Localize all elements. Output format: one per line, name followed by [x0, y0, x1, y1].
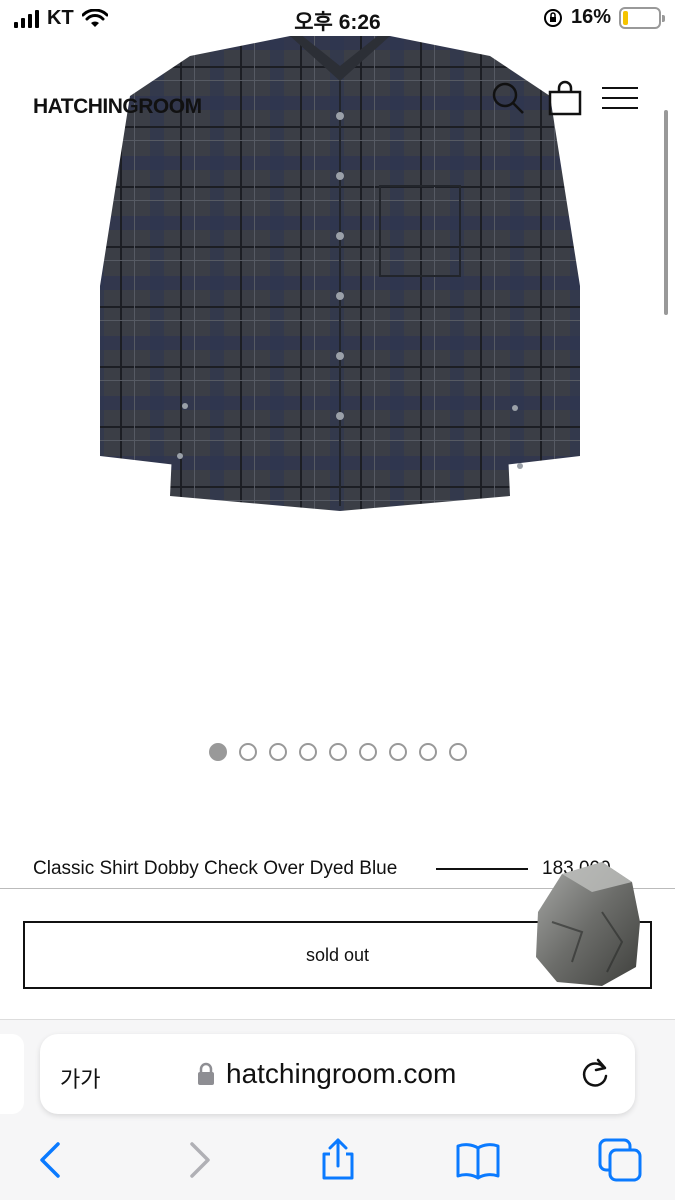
battery-level: [623, 10, 629, 25]
battery-icon: [619, 6, 665, 29]
forward-icon[interactable]: [176, 1138, 220, 1182]
gallery-dot[interactable]: [388, 743, 407, 761]
gallery-dot[interactable]: [418, 743, 437, 761]
share-icon[interactable]: [316, 1138, 360, 1182]
reload-icon[interactable]: [578, 1056, 612, 1090]
text-size-button[interactable]: 가가: [60, 1062, 100, 1094]
rock-sticker: [536, 862, 640, 986]
bookmarks-icon[interactable]: [456, 1138, 500, 1182]
status-right: 16%: [543, 6, 665, 29]
product-name: Classic Shirt Dobby Check Over Dyed Blue: [33, 858, 398, 879]
gallery-dot[interactable]: [208, 743, 227, 761]
url-text[interactable]: hatchingroom.com: [226, 1058, 456, 1090]
shopping-bag-icon[interactable]: [547, 80, 583, 116]
gallery-dot[interactable]: [298, 743, 317, 761]
status-bar: KT 오후 6:26 16%: [0, 0, 675, 36]
name-price-divider: [436, 868, 528, 870]
gallery-dot[interactable]: [238, 743, 257, 761]
previous-tab-peek[interactable]: [0, 1034, 24, 1114]
tabs-icon[interactable]: [598, 1138, 642, 1182]
orientation-lock-icon: [543, 8, 562, 27]
gallery-dot[interactable]: [448, 743, 467, 761]
gallery-dot[interactable]: [328, 743, 347, 761]
sold-out-label: sold out: [305, 944, 370, 965]
gallery-dot[interactable]: [358, 743, 377, 761]
lock-icon: [198, 1062, 214, 1085]
menu-icon[interactable]: [602, 80, 638, 116]
brand-logo[interactable]: HATCHINGROOM: [33, 95, 202, 119]
gallery-pagination[interactable]: [0, 743, 675, 761]
gallery-dot[interactable]: [268, 743, 287, 761]
back-icon[interactable]: [30, 1138, 74, 1182]
scroll-indicator[interactable]: [664, 110, 668, 315]
search-icon[interactable]: [490, 80, 526, 116]
battery-percent: 16%: [570, 6, 611, 28]
